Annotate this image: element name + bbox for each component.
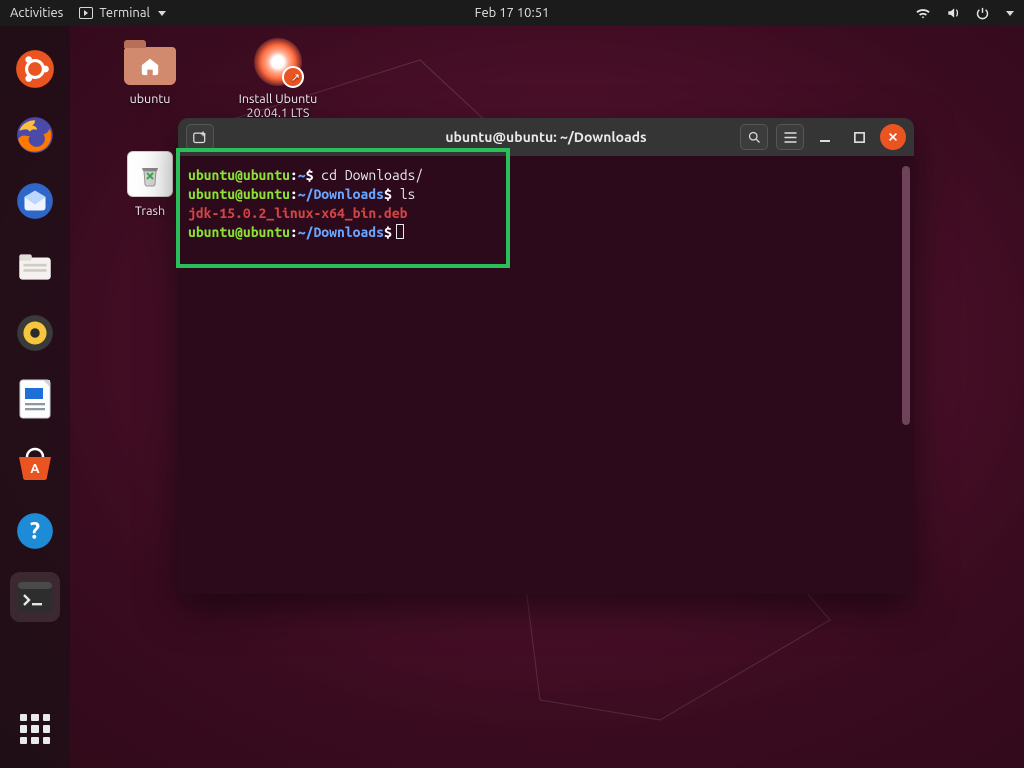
clock[interactable]: Feb 17 10:51 — [475, 6, 550, 20]
terminal-icon — [79, 7, 93, 19]
wifi-icon[interactable] — [915, 6, 931, 20]
power-icon[interactable] — [975, 6, 990, 21]
search-button[interactable] — [740, 124, 768, 150]
cursor-icon — [396, 224, 404, 239]
svg-text:?: ? — [30, 517, 40, 543]
dock-rhythmbox[interactable] — [10, 308, 60, 358]
chevron-down-icon — [158, 11, 166, 16]
dock-terminal[interactable] — [10, 572, 60, 622]
terminal-title: ubuntu@ubuntu: ~/Downloads — [445, 129, 646, 145]
dock-ubuntu-software[interactable]: A — [10, 440, 60, 490]
dock-thunderbird[interactable] — [10, 176, 60, 226]
scrollbar-thumb[interactable] — [902, 166, 910, 425]
apps-grid-icon — [20, 714, 50, 744]
dock-libreoffice-writer[interactable] — [10, 374, 60, 424]
app-menu[interactable]: Terminal — [79, 6, 166, 20]
show-applications-button[interactable] — [10, 704, 60, 754]
desktop-home-label: ubuntu — [100, 92, 200, 106]
dock-files[interactable] — [10, 242, 60, 292]
hamburger-menu-button[interactable] — [776, 124, 804, 150]
terminal-window: ubuntu@ubuntu: ~/Downloads ubuntu@ubuntu… — [178, 118, 914, 594]
dock-firefox[interactable] — [10, 110, 60, 160]
minimize-button[interactable] — [812, 124, 838, 150]
dock: A ? — [0, 26, 70, 768]
desktop-install-label1: Install Ubuntu — [228, 92, 328, 106]
desktop-install-ubuntu[interactable]: ↗ Install Ubuntu 20.04.1 LTS — [228, 36, 328, 120]
new-tab-button[interactable] — [186, 124, 214, 150]
terminal-titlebar[interactable]: ubuntu@ubuntu: ~/Downloads — [178, 118, 914, 156]
terminal-line: jdk-15.0.2_linux-x64_bin.deb — [188, 204, 902, 223]
terminal-line: ubuntu@ubuntu:~/Downloads$ ls — [188, 185, 902, 204]
terminal-line: ubuntu@ubuntu:~$ cd Downloads/ — [188, 166, 902, 185]
svg-text:A: A — [30, 462, 40, 476]
terminal-line: ubuntu@ubuntu:~/Downloads$ — [188, 223, 902, 242]
terminal-body[interactable]: ubuntu@ubuntu:~$ cd Downloads/ ubuntu@ub… — [178, 156, 914, 594]
terminal-scrollbar[interactable] — [902, 166, 910, 584]
dock-help[interactable]: ? — [10, 506, 60, 556]
dock-ubuntu-logo[interactable] — [10, 44, 60, 94]
system-menu-caret-icon[interactable] — [1006, 11, 1014, 16]
maximize-button[interactable] — [846, 124, 872, 150]
top-bar: Activities Terminal Feb 17 10:51 — [0, 0, 1024, 26]
volume-icon[interactable] — [945, 6, 961, 20]
app-menu-label: Terminal — [99, 6, 150, 20]
desktop-home-folder[interactable]: ubuntu — [100, 36, 200, 106]
activities-button[interactable]: Activities — [10, 6, 63, 20]
close-button[interactable] — [880, 124, 906, 150]
